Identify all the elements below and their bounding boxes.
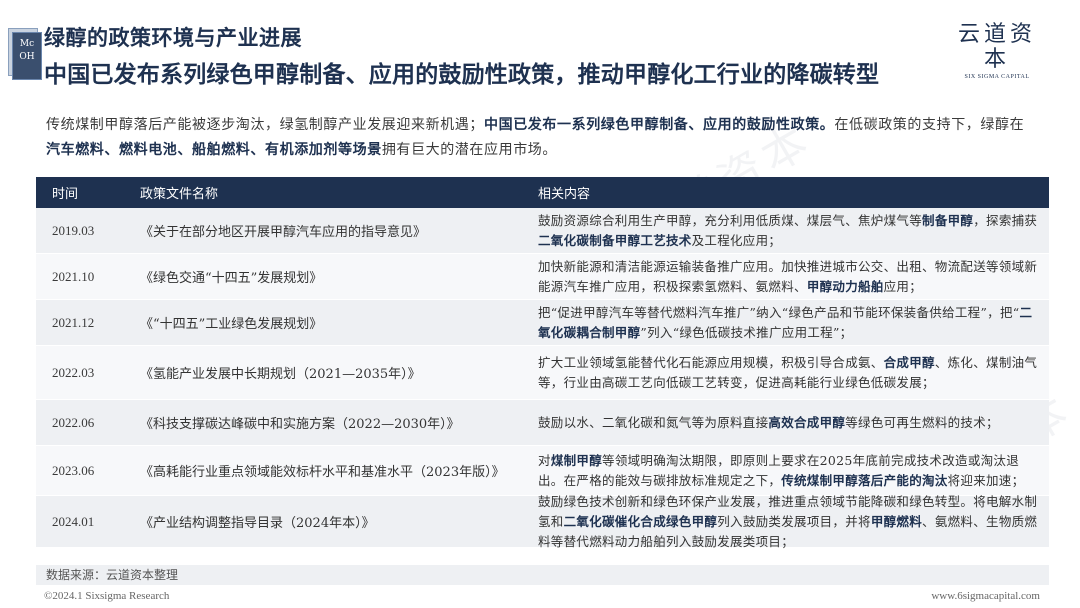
content-highlight: 制备甲醇 bbox=[922, 212, 974, 228]
header-policy-name: 政策文件名称 bbox=[140, 187, 219, 202]
row-content: 加快新能源和清洁能源运输装备推广应用。加快推进城市公交、出租、物流配送等领域新能… bbox=[538, 257, 1049, 297]
intro-bold-1: 中国已发布一系列绿色甲醇制备、应用的鼓励性政策。 bbox=[484, 117, 835, 133]
table-header: 时间 政策文件名称 相关内容 bbox=[36, 177, 1049, 208]
brand-name-en: SIX SIGMA CAPITAL bbox=[964, 74, 1030, 80]
row-content: 把“促进甲醇汽车等替代燃料汽车推广”纳入“绿色产品和节能环保装备供给工程”，把“… bbox=[538, 303, 1049, 343]
row-policy-name: 《绿色交通“十四五”发展规划》 bbox=[140, 271, 323, 286]
content-text: 及工程化应用； bbox=[691, 232, 782, 248]
content-text: ，探索捕获 bbox=[973, 212, 1038, 228]
row-content: 鼓励绿色技术创新和绿色环保产业发展，推进重点领域节能降碳和绿色转型。将电解水制氢… bbox=[538, 492, 1049, 552]
content-text: 应用； bbox=[883, 278, 923, 294]
intro-text-2: 在低碳政策的支持下，绿醇在 bbox=[834, 117, 1025, 133]
content-text: 鼓励以水、二氧化碳和氮气等为原料直接 bbox=[538, 414, 769, 430]
row-date: 2024.01 bbox=[52, 513, 95, 529]
section-title: 绿醇的政策环境与产业进展 bbox=[44, 26, 302, 50]
row-date: 2019.03 bbox=[52, 222, 95, 238]
row-content: 鼓励以水、二氧化碳和氮气等为原料直接高效合成甲醇等绿色可再生燃料的技术； bbox=[538, 413, 1049, 433]
content-highlight: 甲醇动力船舶 bbox=[806, 278, 884, 294]
row-content: 对煤制甲醇等领域明确淘汰期限，即原则上要求在2025年底前完成技术改造或淘汰退出… bbox=[538, 451, 1049, 491]
logo-text-line1: Mc bbox=[19, 39, 35, 49]
intro-paragraph: 传统煤制甲醇落后产能被逐步淘汰，绿氢制醇产业发展迎来新机遇；中国已发布一系列绿色… bbox=[46, 113, 1036, 163]
row-policy-name: 《科技支撑碳达峰碳中和实施方案（2022—2030年）》 bbox=[140, 417, 460, 432]
content-highlight: 合成甲醇 bbox=[883, 354, 935, 370]
intro-text-3: 拥有巨大的潜在应用市场。 bbox=[381, 142, 558, 158]
table-row: 2023.06 《高耗能行业重点领域能效标杆水平和基准水平（2023年版）》 对煤制… bbox=[36, 446, 1049, 496]
row-date: 2021.10 bbox=[52, 268, 95, 284]
table-row: 2021.12 《“十四五”工业绿色发展规划》 把“促进甲醇汽车等替代燃料汽车推广”… bbox=[36, 300, 1049, 346]
website-link[interactable]: www.6sigmacapital.com bbox=[931, 590, 1040, 602]
brand-logo: 云道资本 SIX SIGMA CAPITAL bbox=[954, 22, 1040, 80]
row-date: 2022.03 bbox=[52, 364, 95, 380]
table-row: 2022.06 《科技支撑碳达峰碳中和实施方案（2022—2030年）》 鼓励以水、… bbox=[36, 400, 1049, 446]
methanol-logo-icon: Mc OH bbox=[8, 28, 42, 80]
content-highlight: 二氧化碳催化合成绿色甲醇 bbox=[563, 513, 718, 529]
content-highlight: 甲醇燃料 bbox=[870, 513, 923, 529]
row-date: 2023.06 bbox=[52, 462, 95, 478]
row-content: 鼓励资源综合利用生产甲醇，充分利用低质煤、煤层气、焦炉煤气等制备甲醇，探索捕获二… bbox=[538, 211, 1049, 251]
content-highlight: 高效合成甲醇 bbox=[768, 414, 846, 430]
data-source: 数据来源：云道资本整理 bbox=[36, 565, 1049, 585]
content-highlight: 二氧化碳制备甲醇工艺技术 bbox=[538, 232, 692, 248]
table-row: 2021.10 《绿色交通“十四五”发展规划》 加快新能源和清洁能源运输装备推广应用… bbox=[36, 254, 1049, 300]
page-title: 中国已发布系列绿色甲醇制备、应用的鼓励性政策，推动甲醇化工行业的降碳转型 bbox=[44, 62, 880, 88]
content-text: 把“促进甲醇汽车等替代燃料汽车推广”纳入“绿色产品和节能环保装备供给工程”，把“ bbox=[538, 304, 1020, 320]
row-policy-name: 《高耗能行业重点领域能效标杆水平和基准水平（2023年版）》 bbox=[140, 465, 505, 480]
intro-text-1: 传统煤制甲醇落后产能被逐步淘汰，绿氢制醇产业发展迎来新机遇； bbox=[46, 117, 484, 133]
content-text: 对 bbox=[538, 452, 551, 468]
header-date: 时间 bbox=[52, 187, 79, 202]
content-text: 列入鼓励类发展项目，并将 bbox=[717, 513, 871, 529]
policy-table: 时间 政策文件名称 相关内容 2019.03 《关于在部分地区开展甲醇汽车应用的指… bbox=[36, 177, 1049, 549]
table-body: 2019.03 《关于在部分地区开展甲醇汽车应用的指导意见》 鼓励资源综合利用生产甲… bbox=[36, 208, 1049, 549]
table-row: 2022.03 《氢能产业发展中长期规划（2021—2035年）》 扩大工业领域氢能… bbox=[36, 346, 1049, 400]
row-policy-name: 《“十四五”工业绿色发展规划》 bbox=[140, 317, 323, 332]
brand-name-cn: 云道资本 bbox=[957, 22, 1036, 72]
copyright: ©2024.1 Sixsigma Research bbox=[44, 590, 170, 602]
content-text: 加快新能源和清洁能源运输装备推广应用。加快推进城市公交、出租、物流配送等领域新能… bbox=[538, 258, 1038, 294]
table-row: 2019.03 《关于在部分地区开展甲醇汽车应用的指导意见》 鼓励资源综合利用生产甲… bbox=[36, 208, 1049, 254]
row-policy-name: 《氢能产业发展中长期规划（2021—2035年）》 bbox=[140, 367, 421, 382]
table-row: 2024.01 《产业结构调整指导目录（2024年本）》 鼓励绿色技术创新和绿色环保… bbox=[36, 494, 1049, 549]
intro-bold-2: 汽车燃料、燃料电池、船舶燃料、有机添加剂等场景 bbox=[46, 142, 382, 158]
header-content: 相关内容 bbox=[538, 187, 591, 202]
row-policy-name: 《产业结构调整指导目录（2024年本）》 bbox=[140, 516, 375, 531]
row-policy-name: 《关于在部分地区开展甲醇汽车应用的指导意见》 bbox=[140, 225, 427, 240]
logo-text-line2: OH bbox=[19, 52, 35, 62]
content-text: ”列入“绿色低碳技术推广应用工程”； bbox=[640, 324, 853, 340]
row-date: 2022.06 bbox=[52, 414, 95, 430]
content-text: 扩大工业领域氢能替代化石能源应用规模，积极引导合成氨、 bbox=[538, 354, 884, 370]
slide: 云道资本 云道资本 云道资本 Mc OH 绿醇的政策环境与产业进展 中国已发布系… bbox=[0, 0, 1080, 608]
content-text: 鼓励资源综合利用生产甲醇，充分利用低质煤、煤层气、焦炉煤气等 bbox=[538, 212, 923, 228]
content-text: 等绿色可再生燃料的技术； bbox=[845, 414, 999, 430]
content-highlight: 煤制甲醇 bbox=[550, 452, 603, 468]
content-highlight: 传统煤制甲醇落后产能的淘汰 bbox=[781, 472, 948, 488]
row-content: 扩大工业领域氢能替代化石能源应用规模，积极引导合成氨、合成甲醇、炼化、煤制油气等… bbox=[538, 353, 1049, 393]
row-date: 2021.12 bbox=[52, 314, 95, 330]
content-text: 将迎来加速； bbox=[947, 472, 1025, 488]
